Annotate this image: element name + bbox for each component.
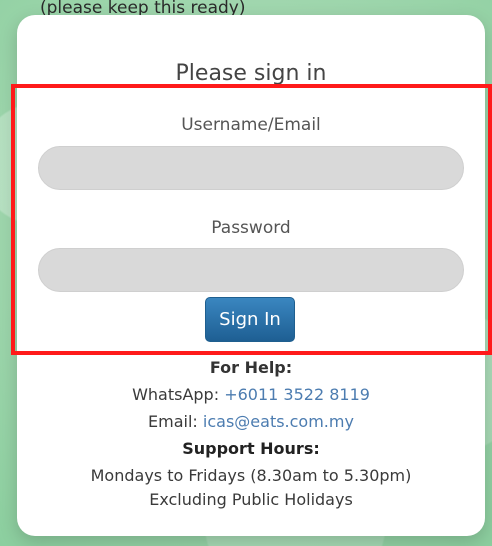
- password-input[interactable]: [38, 248, 464, 292]
- page-title: Please sign in: [175, 61, 327, 86]
- email-prefix: Email:: [148, 412, 203, 431]
- username-label: Username/Email: [181, 115, 321, 135]
- email-link[interactable]: icas@eats.com.my: [203, 412, 354, 431]
- login-card: Please sign in Username/Email Password S…: [17, 15, 485, 536]
- username-input[interactable]: [38, 146, 464, 190]
- whatsapp-link[interactable]: +6011 3522 8119: [224, 385, 370, 404]
- support-hours-heading: Support Hours:: [182, 439, 320, 458]
- support-hours-note: Excluding Public Holidays: [149, 490, 353, 509]
- whatsapp-prefix: WhatsApp:: [132, 385, 225, 404]
- whatsapp-line: WhatsApp: +6011 3522 8119: [17, 385, 485, 404]
- password-label: Password: [211, 218, 291, 238]
- support-hours-text: Mondays to Fridays (8.30am to 5.30pm): [90, 466, 412, 485]
- help-heading: For Help:: [209, 358, 293, 377]
- sign-in-button[interactable]: Sign In: [205, 297, 295, 342]
- email-line: Email: icas@eats.com.my: [17, 412, 485, 431]
